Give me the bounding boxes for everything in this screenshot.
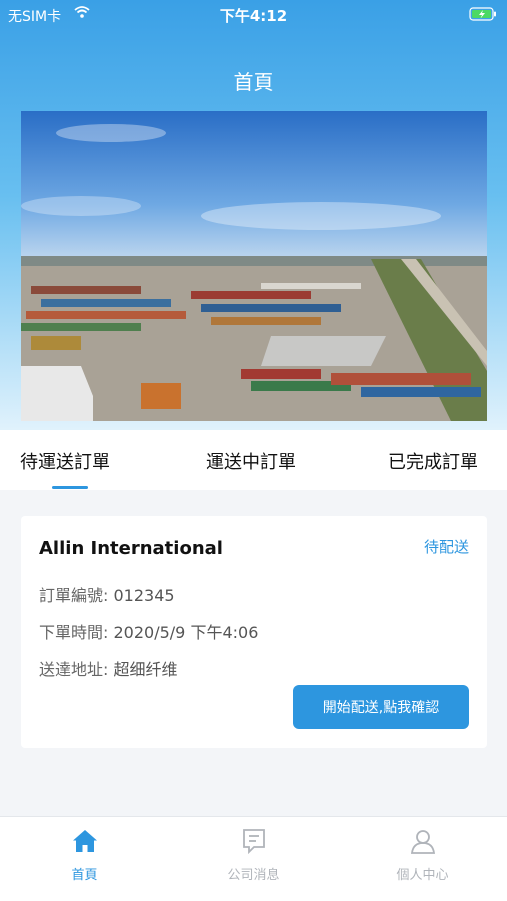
bottom-tab-profile[interactable]: 個人中心 [338, 817, 507, 901]
status-bar: 无SIM卡 下午4:12 [0, 0, 507, 28]
order-number-value: 012345 [113, 586, 175, 605]
order-address-row: 送達地址: 超细纤维 [39, 656, 178, 680]
start-delivery-button[interactable]: 開始配送,點我確認 [293, 685, 469, 729]
bottom-tab-messages[interactable]: 公司消息 [169, 817, 338, 901]
order-address-value: 超细纤维 [113, 660, 178, 679]
order-address-label: 送達地址: [39, 660, 109, 679]
bottom-tab-messages-label: 公司消息 [227, 868, 280, 883]
order-card[interactable]: Allin International 待配送 訂單編號: 012345 下單時… [21, 516, 487, 748]
order-number-row: 訂單編號: 012345 [39, 582, 175, 606]
bottom-tab-home[interactable]: 首頁 [0, 817, 169, 901]
tab-in-transit[interactable]: 運送中訂單 [206, 448, 296, 474]
home-icon [71, 827, 99, 855]
status-time: 下午4:12 [219, 7, 288, 25]
message-icon [240, 827, 268, 855]
order-status: 待配送 [423, 538, 469, 556]
order-time-value: 2020/5/9 下午4:06 [113, 623, 259, 642]
order-time-label: 下單時間: [39, 623, 109, 642]
active-tab-indicator [52, 486, 88, 489]
order-number-label: 訂單編號: [39, 586, 109, 605]
order-tabs: 待運送訂單 運送中訂單 已完成訂單 [0, 430, 507, 490]
tab-pending[interactable]: 待運送訂單 [20, 448, 110, 474]
company-name: Allin International [39, 538, 223, 559]
bottom-tab-bar: 首頁 公司消息 個人中心 [0, 816, 507, 901]
person-icon [409, 827, 437, 855]
banner-image [21, 111, 487, 421]
order-time-row: 下單時間: 2020/5/9 下午4:06 [39, 619, 258, 643]
bottom-tab-home-label: 首頁 [71, 868, 98, 883]
bottom-tab-profile-label: 個人中心 [396, 868, 449, 883]
tab-completed[interactable]: 已完成訂單 [388, 448, 478, 474]
page-title: 首頁 [233, 70, 274, 94]
battery-charging-icon [469, 7, 497, 25]
